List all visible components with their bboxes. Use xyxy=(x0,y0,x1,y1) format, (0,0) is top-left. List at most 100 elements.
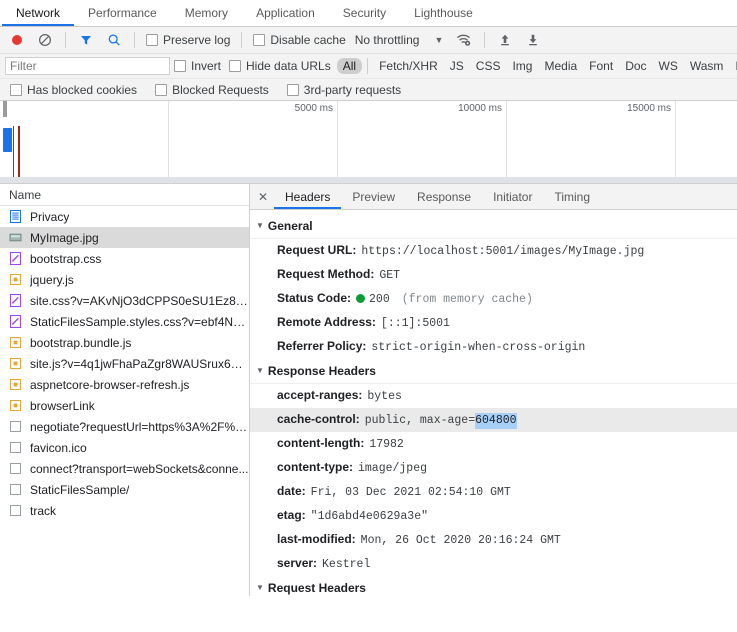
invert-box[interactable] xyxy=(174,60,186,72)
third-party-requests-box[interactable] xyxy=(286,83,299,96)
preserve-log-checkbox[interactable]: Preserve log xyxy=(142,33,234,47)
header-value: Fri, 03 Dec 2021 02:54:10 GMT xyxy=(310,486,511,499)
disable-cache-box[interactable] xyxy=(253,34,266,46)
tab-preview[interactable]: Preview xyxy=(341,184,406,209)
request-name: MyImage.jpg xyxy=(30,230,99,245)
download-arrow-icon[interactable] xyxy=(520,29,546,51)
third-party-requests-checkbox[interactable]: 3rd-party requests xyxy=(283,83,405,97)
panel-tab-network[interactable]: Network xyxy=(2,0,75,26)
request-name: StaticFilesSample/ xyxy=(30,482,130,497)
request-row-connect[interactable]: connect?transport=webSockets&conne... xyxy=(0,458,249,479)
search-input[interactable] xyxy=(5,57,170,75)
request-list-column-name[interactable]: Name xyxy=(0,184,249,206)
timeline-ruler: 5000 ms 10000 ms 15000 ms 20000 ms xyxy=(0,101,737,183)
search-magnifier-icon[interactable] xyxy=(101,29,127,51)
request-row-site-js[interactable]: site.js?v=4q1jwFhaPaZgr8WAUSrux6hA... xyxy=(0,353,249,374)
request-row-aspnetcore-browser-refresh-js[interactable]: aspnetcore-browser-refresh.js xyxy=(0,374,249,395)
timeline-selection-bar[interactable] xyxy=(3,128,12,152)
general-row-request-method: Request Method: GET xyxy=(250,263,737,287)
network-overview-timeline[interactable]: 5000 ms 10000 ms 15000 ms 20000 ms xyxy=(0,101,737,184)
type-filter-all[interactable]: All xyxy=(336,58,363,74)
request-row-staticfilessample-styles-css[interactable]: StaticFilesSample.styles.css?v=ebf4NvV..… xyxy=(0,311,249,332)
timeline-tick-label: 15000 ms xyxy=(627,103,671,114)
upload-arrow-icon[interactable] xyxy=(492,29,518,51)
has-blocked-cookies-checkbox[interactable]: Has blocked cookies xyxy=(6,83,141,97)
header-key: content-length: xyxy=(277,436,365,450)
script-icon xyxy=(9,357,22,370)
toolbar-divider-3 xyxy=(241,32,243,48)
type-filter-ws[interactable]: WS xyxy=(653,58,684,74)
request-row-jquery-js[interactable]: jquery.js xyxy=(0,269,249,290)
section-request-headers[interactable]: ▼ Request Headers xyxy=(250,576,737,596)
request-row-favicon-ico[interactable]: favicon.ico xyxy=(0,437,249,458)
panel-tab-application[interactable]: Application xyxy=(242,0,329,26)
headers-content: ▼ General Request URL: https://localhost… xyxy=(250,210,737,596)
hide-data-urls-checkbox[interactable]: Hide data URLs xyxy=(225,59,335,73)
response-row-accept-ranges: accept-ranges: bytes xyxy=(250,384,737,408)
header-key: accept-ranges: xyxy=(277,388,363,402)
disable-cache-checkbox[interactable]: Disable cache xyxy=(249,33,349,47)
close-icon[interactable]: ✕ xyxy=(252,186,274,208)
panel-tab-performance[interactable]: Performance xyxy=(74,0,171,26)
request-row-bootstrap-css[interactable]: bootstrap.css xyxy=(0,248,249,269)
header-key: content-type: xyxy=(277,460,353,474)
has-blocked-cookies-label: Has blocked cookies xyxy=(27,82,138,97)
panel-tab-lighthouse[interactable]: Lighthouse xyxy=(400,0,487,26)
invert-checkbox[interactable]: Invert xyxy=(170,59,225,73)
type-filter-css[interactable]: CSS xyxy=(470,58,507,74)
header-value: 17982 xyxy=(369,438,404,451)
request-row-privacy[interactable]: Privacy xyxy=(0,206,249,227)
tab-initiator[interactable]: Initiator xyxy=(482,184,543,209)
blocked-requests-checkbox[interactable]: Blocked Requests xyxy=(151,83,273,97)
tab-timing[interactable]: Timing xyxy=(543,184,601,209)
timeline-resize-handle[interactable] xyxy=(3,101,7,117)
request-row-track[interactable]: track xyxy=(0,500,249,521)
general-row-status-code: Status Code: 200 (from memory cache) xyxy=(250,287,737,311)
request-name: site.js?v=4q1jwFhaPaZgr8WAUSrux6hA... xyxy=(30,356,249,371)
chevron-down-icon[interactable]: ▼ xyxy=(256,367,264,375)
chevron-down-icon[interactable]: ▼ xyxy=(256,222,264,230)
tab-headers[interactable]: Headers xyxy=(274,184,342,209)
hide-data-urls-box[interactable] xyxy=(229,60,242,72)
chevron-down-icon[interactable]: ▼ xyxy=(256,584,264,592)
panel-tab-security[interactable]: Security xyxy=(329,0,400,26)
request-row-myimage[interactable]: MyImage.jpg xyxy=(0,227,249,248)
request-row-staticfilessample[interactable]: StaticFilesSample/ xyxy=(0,479,249,500)
section-response-headers[interactable]: ▼ Response Headers xyxy=(250,359,737,384)
script-icon xyxy=(9,336,22,349)
funnel-icon[interactable] xyxy=(73,29,99,51)
request-row-negotiate[interactable]: negotiate?requestUrl=https%3A%2F%2... xyxy=(0,416,249,437)
header-value: https://localhost:5001/images/MyImage.jp… xyxy=(361,245,645,258)
script-icon xyxy=(9,399,22,412)
type-filter-doc[interactable]: Doc xyxy=(619,58,652,74)
preserve-log-box[interactable] xyxy=(146,34,158,46)
wifi-settings-icon[interactable] xyxy=(451,29,477,51)
request-row-bootstrap-bundle-js[interactable]: bootstrap.bundle.js xyxy=(0,332,249,353)
tab-response[interactable]: Response xyxy=(406,184,482,209)
selected-text-highlight[interactable]: 604800 xyxy=(475,413,517,429)
timeline-tick-label: 5000 ms xyxy=(294,103,333,114)
type-filter-manifest[interactable]: Manifest xyxy=(729,58,737,74)
type-filter-img[interactable]: Img xyxy=(506,58,538,74)
section-general[interactable]: ▼ General xyxy=(250,214,737,239)
chevron-down-icon[interactable]: ▼ xyxy=(424,35,449,45)
header-key: Request URL: xyxy=(277,243,357,257)
request-row-browserlink[interactable]: browserLink xyxy=(0,395,249,416)
type-filter-font[interactable]: Font xyxy=(583,58,619,74)
type-filter-media[interactable]: Media xyxy=(538,58,583,74)
record-circle-icon[interactable] xyxy=(4,29,30,51)
has-blocked-cookies-box[interactable] xyxy=(10,83,22,96)
type-filter-js[interactable]: JS xyxy=(444,58,470,74)
request-name: connect?transport=webSockets&conne... xyxy=(30,461,249,476)
header-key: Referrer Policy: xyxy=(277,339,367,353)
invert-label: Invert xyxy=(191,59,222,73)
type-filter-fetch-xhr[interactable]: Fetch/XHR xyxy=(373,58,444,74)
throttling-select-value[interactable]: No throttling xyxy=(352,33,423,47)
panel-tab-memory[interactable]: Memory xyxy=(171,0,242,26)
blocked-requests-box[interactable] xyxy=(155,83,168,96)
timeline-scroll-strip[interactable] xyxy=(0,177,737,183)
request-row-site-css[interactable]: site.css?v=AKvNjO3dCPPS0eSU1Ez8T2... xyxy=(0,290,249,311)
network-toolbar: Preserve log Disable cache No throttling… xyxy=(0,27,737,54)
clear-prohibition-icon[interactable] xyxy=(32,29,58,51)
type-filter-wasm[interactable]: Wasm xyxy=(684,58,730,74)
